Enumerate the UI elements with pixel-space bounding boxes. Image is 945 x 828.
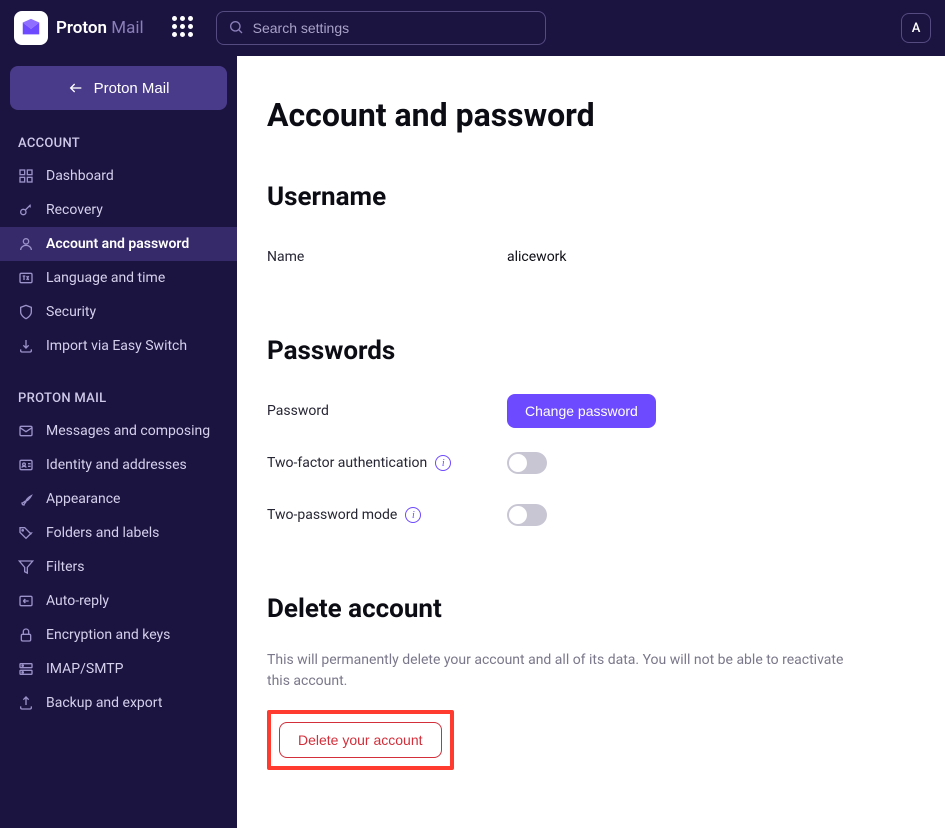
sidebar-item-encryption[interactable]: Encryption and keys [0, 618, 237, 652]
import-icon [18, 338, 34, 354]
sidebar-item-label: Backup and export [46, 695, 162, 711]
sidebar-item-language-time[interactable]: Language and time [0, 261, 237, 295]
password-row: Password Change password [267, 392, 915, 430]
export-icon [18, 695, 34, 711]
sidebar-section-mail: PROTON MAIL [0, 381, 237, 414]
password-label: Password [267, 403, 507, 419]
sidebar-item-label: Filters [46, 559, 85, 575]
sidebar-item-label: Identity and addresses [46, 457, 187, 473]
lock-icon [18, 627, 34, 643]
twofa-toggle[interactable] [507, 452, 547, 474]
sidebar-item-label: Security [46, 304, 96, 320]
user-icon [18, 236, 34, 252]
passwords-section: Passwords Password Change password Two-f… [267, 336, 915, 534]
sidebar-item-backup[interactable]: Backup and export [0, 686, 237, 720]
delete-section: Delete account This will permanently del… [267, 594, 915, 770]
id-card-icon [18, 457, 34, 473]
sidebar-item-label: Language and time [46, 270, 165, 286]
sidebar-item-folders[interactable]: Folders and labels [0, 516, 237, 550]
mail-icon [18, 423, 34, 439]
sidebar-item-autoreply[interactable]: Auto-reply [0, 584, 237, 618]
page-title: Account and password [267, 96, 915, 134]
tag-icon [18, 525, 34, 541]
sidebar-item-label: Account and password [46, 236, 189, 252]
server-icon [18, 661, 34, 677]
app-header: Proton Mail A [0, 0, 945, 56]
sidebar-item-label: Appearance [46, 491, 120, 507]
brush-icon [18, 491, 34, 507]
sidebar-section-account: ACCOUNT [0, 126, 237, 159]
sidebar-item-label: Dashboard [46, 168, 114, 184]
sidebar-item-label: Folders and labels [46, 525, 159, 541]
brand-name: Proton [56, 18, 107, 38]
apps-switcher-icon[interactable] [172, 16, 196, 40]
delete-description: This will permanently delete your accoun… [267, 650, 867, 692]
change-password-button[interactable]: Change password [507, 394, 656, 428]
key-icon [18, 202, 34, 218]
sidebar-item-filters[interactable]: Filters [0, 550, 237, 584]
sidebar-item-label: Messages and composing [46, 423, 210, 439]
twopass-toggle[interactable] [507, 504, 547, 526]
delete-account-button[interactable]: Delete your account [279, 722, 442, 758]
app-logo[interactable]: Proton Mail [14, 11, 144, 45]
twopass-label: Two-password mode i [267, 507, 507, 523]
sidebar-item-recovery[interactable]: Recovery [0, 193, 237, 227]
twofa-label-text: Two-factor authentication [267, 455, 427, 471]
sidebar-item-imap[interactable]: IMAP/SMTP [0, 652, 237, 686]
highlight-annotation: Delete your account [267, 710, 454, 770]
sidebar: Proton Mail ACCOUNT Dashboard Recovery A… [0, 56, 237, 828]
sidebar-item-appearance[interactable]: Appearance [0, 482, 237, 516]
search-icon [228, 19, 244, 39]
sidebar-item-import[interactable]: Import via Easy Switch [0, 329, 237, 363]
back-button-label: Proton Mail [94, 80, 170, 97]
grid-icon [18, 168, 34, 184]
sidebar-item-label: Import via Easy Switch [46, 338, 187, 354]
sidebar-item-label: IMAP/SMTP [46, 661, 123, 677]
language-icon [18, 270, 34, 286]
name-label: Name [267, 249, 507, 265]
funnel-icon [18, 559, 34, 575]
sidebar-item-account-password[interactable]: Account and password [0, 227, 237, 261]
main-content: Account and password Username Name alice… [237, 56, 945, 828]
search-input[interactable] [216, 11, 546, 45]
section-heading-passwords: Passwords [267, 336, 915, 366]
name-row: Name alicework [267, 238, 915, 276]
info-icon[interactable]: i [435, 455, 451, 471]
sidebar-item-label: Auto-reply [46, 593, 109, 609]
reply-icon [18, 593, 34, 609]
back-to-mail-button[interactable]: Proton Mail [10, 66, 227, 110]
proton-mail-icon [14, 11, 48, 45]
twofa-label: Two-factor authentication i [267, 455, 507, 471]
sidebar-item-dashboard[interactable]: Dashboard [0, 159, 237, 193]
twopass-row: Two-password mode i [267, 496, 915, 534]
section-heading-delete: Delete account [267, 594, 915, 624]
sidebar-item-security[interactable]: Security [0, 295, 237, 329]
sidebar-item-label: Encryption and keys [46, 627, 170, 643]
username-section: Username Name alicework [267, 182, 915, 276]
sidebar-item-messages[interactable]: Messages and composing [0, 414, 237, 448]
arrow-left-icon [68, 80, 84, 96]
sidebar-item-identity[interactable]: Identity and addresses [0, 448, 237, 482]
twopass-label-text: Two-password mode [267, 507, 397, 523]
search-wrapper [216, 11, 546, 45]
app-logo-text: Proton Mail [56, 18, 144, 38]
brand-suffix: Mail [111, 18, 143, 38]
twofa-row: Two-factor authentication i [267, 444, 915, 482]
avatar[interactable]: A [901, 13, 931, 43]
sidebar-item-label: Recovery [46, 202, 103, 218]
name-value: alicework [507, 249, 567, 265]
shield-icon [18, 304, 34, 320]
section-heading-username: Username [267, 182, 915, 212]
info-icon[interactable]: i [405, 507, 421, 523]
